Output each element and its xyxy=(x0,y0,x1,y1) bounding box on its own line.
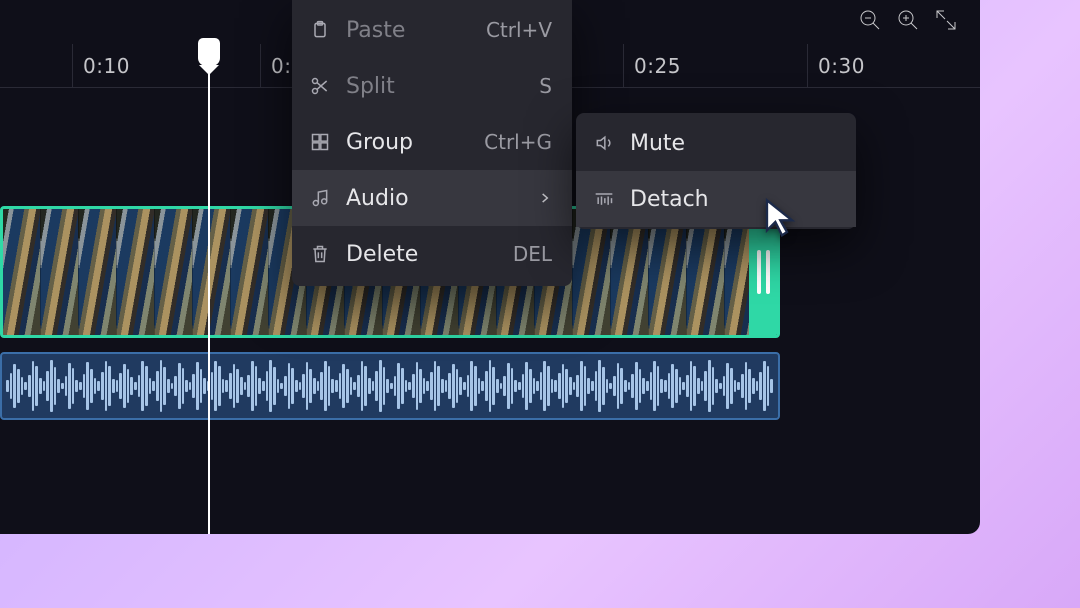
timeline-panel: 0:10 0:15 0:25 0:30 Paste Ctrl+V Split xyxy=(0,0,980,534)
audio-submenu: Mute Detach xyxy=(576,113,856,229)
audio-waveform xyxy=(2,358,778,414)
fit-icon[interactable] xyxy=(934,8,958,36)
delete-icon xyxy=(306,244,334,264)
ruler-mark: 0:10 xyxy=(72,44,130,87)
mouse-cursor xyxy=(762,197,802,237)
timeline-toolbar xyxy=(858,8,958,36)
menu-item-label: Paste xyxy=(346,18,405,43)
menu-item-shortcut: Ctrl+V xyxy=(486,18,552,42)
chevron-right-icon xyxy=(538,186,552,211)
speaker-icon xyxy=(590,133,618,153)
playhead[interactable] xyxy=(208,44,210,534)
menu-item-group[interactable]: Group Ctrl+G xyxy=(292,114,572,170)
context-menu: Paste Ctrl+V Split S Group Ctrl+G Audio xyxy=(292,0,572,286)
paste-icon xyxy=(306,20,334,40)
menu-item-shortcut: S xyxy=(539,74,552,98)
group-icon xyxy=(306,132,334,152)
submenu-item-label: Mute xyxy=(630,131,685,156)
ruler-mark: 0:30 xyxy=(807,44,865,87)
menu-item-label: Group xyxy=(346,130,413,155)
detach-icon xyxy=(590,189,618,209)
menu-item-shortcut: Ctrl+G xyxy=(484,130,552,154)
menu-item-label: Split xyxy=(346,74,395,99)
submenu-item-mute[interactable]: Mute xyxy=(576,115,856,171)
menu-item-delete[interactable]: Delete DEL xyxy=(292,226,572,282)
zoom-out-icon[interactable] xyxy=(858,8,882,36)
submenu-item-detach[interactable]: Detach xyxy=(576,171,856,227)
audio-clip[interactable] xyxy=(0,352,780,420)
music-icon xyxy=(306,188,334,208)
menu-item-paste[interactable]: Paste Ctrl+V xyxy=(292,2,572,58)
ruler-mark: 0:25 xyxy=(623,44,681,87)
menu-item-audio[interactable]: Audio xyxy=(292,170,572,226)
menu-item-shortcut: DEL xyxy=(513,242,552,266)
split-icon xyxy=(306,76,334,96)
menu-item-label: Audio xyxy=(346,186,409,211)
submenu-item-label: Detach xyxy=(630,187,709,212)
playhead-handle[interactable] xyxy=(198,38,220,66)
zoom-in-icon[interactable] xyxy=(896,8,920,36)
menu-item-split[interactable]: Split S xyxy=(292,58,572,114)
menu-item-label: Delete xyxy=(346,242,418,267)
